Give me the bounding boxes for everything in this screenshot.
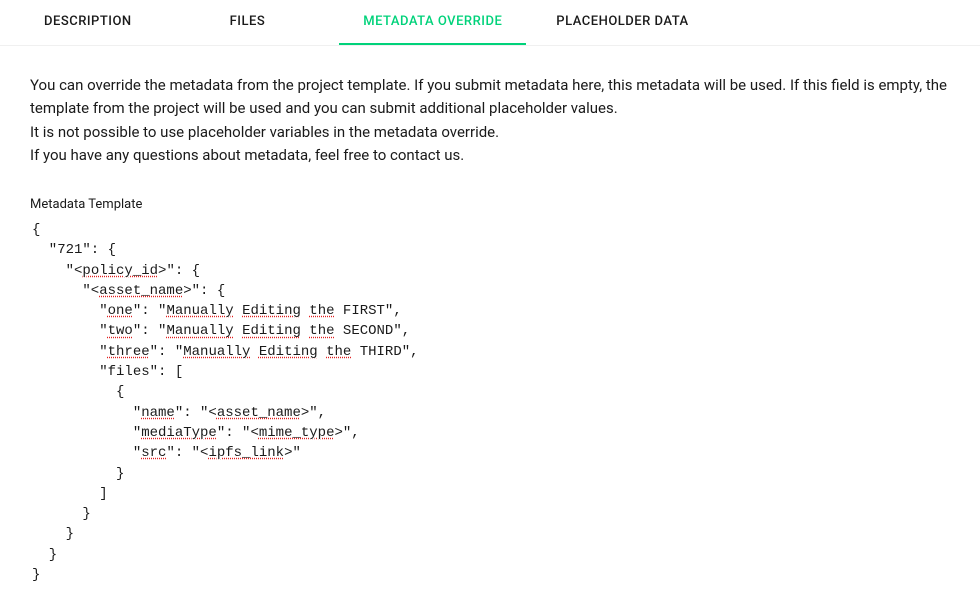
tab-metadata-override[interactable]: METADATA OVERRIDE xyxy=(339,0,526,45)
tab-files[interactable]: FILES xyxy=(206,0,290,45)
tab-content: You can override the metadata from the p… xyxy=(0,46,980,585)
metadata-template-textarea[interactable]: { "721": { "<policy_id>": { "<asset_name… xyxy=(30,216,950,585)
tab-placeholder-data[interactable]: PLACEHOLDER DATA xyxy=(532,0,712,45)
description-paragraph-2: It is not possible to use placeholder va… xyxy=(30,121,950,144)
metadata-template-label: Metadata Template xyxy=(30,197,950,212)
description-block: You can override the metadata from the p… xyxy=(30,74,950,167)
tab-description[interactable]: DESCRIPTION xyxy=(20,0,156,45)
tab-bar: DESCRIPTION FILES METADATA OVERRIDE PLAC… xyxy=(0,0,980,46)
description-paragraph-3: If you have any questions about metadata… xyxy=(30,144,950,167)
description-paragraph-1: You can override the metadata from the p… xyxy=(30,74,950,121)
